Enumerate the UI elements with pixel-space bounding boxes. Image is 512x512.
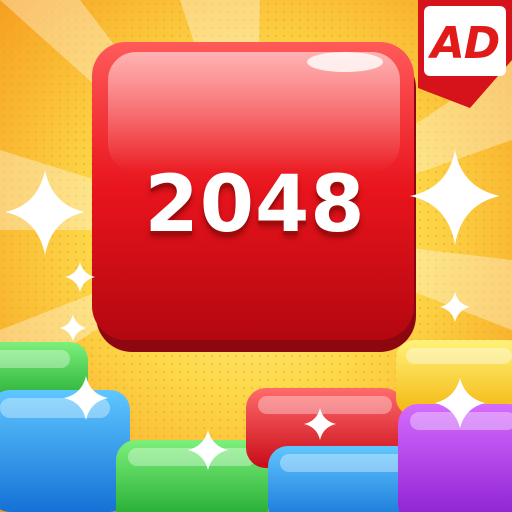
tile-value: 2048 xyxy=(144,160,366,250)
game-icon: 2048 AD xyxy=(0,0,512,512)
ad-label: AD xyxy=(430,17,501,69)
